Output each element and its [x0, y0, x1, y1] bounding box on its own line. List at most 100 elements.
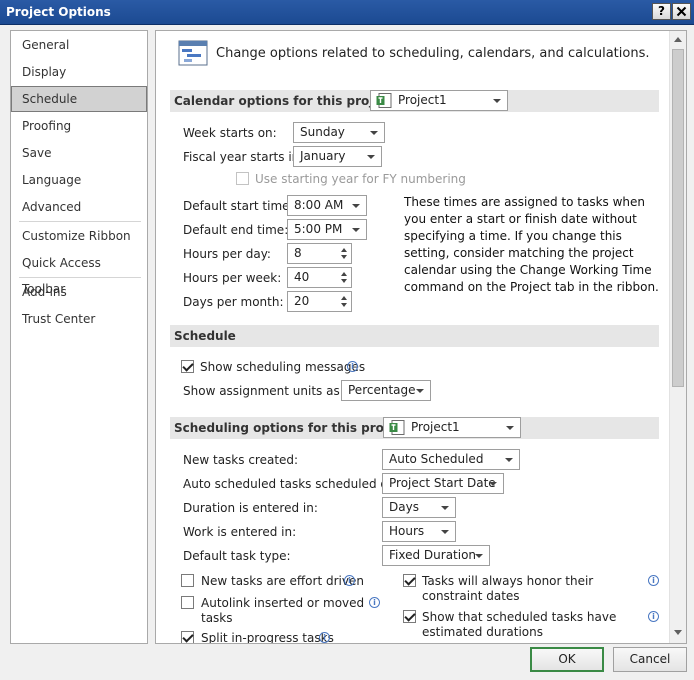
schedule-calendar-icon	[178, 40, 208, 66]
show-messages-label: Show scheduling messages	[200, 360, 366, 374]
days-per-month-value: 20	[294, 294, 310, 308]
window-title: Project Options	[6, 5, 111, 19]
title-bar: Project Options ?	[0, 0, 694, 25]
sidebar-item-schedule[interactable]: Schedule	[11, 86, 147, 112]
fiscal-year-dropdown[interactable]: January	[293, 146, 382, 167]
auto-scheduled-value: Project Start Date	[389, 476, 496, 490]
sidebar-item-save[interactable]: Save	[11, 140, 147, 166]
info-icon: i	[369, 597, 380, 608]
schedule-section-title: Schedule	[174, 329, 236, 343]
header-description: Change options related to scheduling, ca…	[216, 46, 650, 61]
chevron-down-icon	[506, 426, 514, 430]
spin-down-icon[interactable]	[341, 279, 347, 283]
calendar-options-title: Calendar options for this project:	[174, 94, 400, 108]
fiscal-year-label: Fiscal year starts in:	[183, 150, 304, 164]
hours-per-week-label: Hours per week:	[183, 271, 282, 285]
default-end-label: Default end time:	[183, 223, 289, 237]
schedule-options-panel: Change options related to scheduling, ca…	[155, 30, 687, 644]
spin-up-icon[interactable]	[341, 272, 347, 276]
auto-scheduled-dropdown[interactable]: Project Start Date	[382, 473, 504, 494]
new-tasks-label: New tasks created:	[183, 453, 299, 467]
scheduling-options-title: Scheduling options for this project:	[174, 421, 414, 435]
assignment-units-dropdown[interactable]: Percentage	[341, 380, 431, 401]
sidebar-item-quick-access-toolbar[interactable]: Quick Access Toolbar	[11, 250, 147, 296]
scheduling-project-dropdown[interactable]: Project1	[383, 417, 521, 438]
duration-dropdown[interactable]: Days	[382, 497, 456, 518]
week-starts-dropdown[interactable]: Sunday	[293, 122, 385, 143]
days-per-month-spinner[interactable]: 20	[287, 291, 352, 312]
estimated-durations-checkbox[interactable]	[403, 610, 416, 623]
sidebar-item-add-ins[interactable]: Add-ins	[11, 279, 147, 305]
chevron-down-icon	[475, 554, 483, 558]
week-starts-label: Week starts on:	[183, 126, 277, 140]
split-tasks-checkbox[interactable]	[181, 631, 194, 643]
fiscal-year-value: January	[300, 149, 346, 163]
split-tasks-label: Split in-progress tasks	[201, 631, 334, 644]
spin-down-icon[interactable]	[341, 303, 347, 307]
default-start-value: 8:00 AM	[294, 198, 344, 212]
days-per-month-label: Days per month:	[183, 295, 284, 309]
chevron-down-icon	[367, 155, 375, 159]
scroll-up-icon[interactable]	[674, 37, 682, 42]
chevron-down-icon	[352, 228, 360, 232]
scroll-down-icon[interactable]	[674, 630, 682, 635]
close-icon	[676, 6, 687, 17]
calendar-project-value: Project1	[398, 93, 447, 107]
close-button[interactable]	[672, 3, 691, 20]
default-start-dropdown[interactable]: 8:00 AM	[287, 195, 367, 216]
cancel-button[interactable]: Cancel	[613, 647, 687, 672]
sidebar-item-display[interactable]: Display	[11, 59, 147, 85]
sidebar-item-customize-ribbon[interactable]: Customize Ribbon	[11, 223, 147, 249]
duration-value: Days	[389, 500, 419, 514]
work-dropdown[interactable]: Hours	[382, 521, 456, 542]
vertical-scrollbar[interactable]	[669, 31, 686, 643]
sidebar-item-proofing[interactable]: Proofing	[11, 113, 147, 139]
assignment-units-value: Percentage	[348, 383, 416, 397]
spin-up-icon[interactable]	[341, 248, 347, 252]
schedule-section-header: Schedule	[170, 325, 659, 347]
sidebar-divider	[19, 221, 141, 222]
chevron-down-icon	[441, 530, 449, 534]
work-label: Work is entered in:	[183, 525, 297, 539]
info-icon: i	[319, 632, 330, 643]
task-type-label: Default task type:	[183, 549, 291, 563]
sidebar-item-language[interactable]: Language	[11, 167, 147, 193]
ok-button[interactable]: OK	[530, 647, 604, 672]
sidebar-item-advanced[interactable]: Advanced	[11, 194, 147, 220]
effort-driven-label: New tasks are effort driven	[201, 574, 364, 588]
hours-per-week-spinner[interactable]: 40	[287, 267, 352, 288]
chevron-down-icon	[441, 506, 449, 510]
info-icon: i	[347, 361, 358, 372]
chevron-down-icon	[370, 131, 378, 135]
autolink-checkbox[interactable]	[181, 596, 194, 609]
hours-per-week-value: 40	[294, 270, 310, 284]
chevron-down-icon	[505, 458, 513, 462]
week-starts-value: Sunday	[300, 125, 345, 139]
chevron-down-icon	[352, 204, 360, 208]
default-end-value: 5:00 PM	[294, 222, 343, 236]
info-icon: i	[648, 575, 659, 586]
effort-driven-checkbox[interactable]	[181, 574, 194, 587]
honor-constraints-checkbox[interactable]	[403, 574, 416, 587]
calendar-project-dropdown[interactable]: Project1	[370, 90, 508, 111]
help-button[interactable]: ?	[652, 3, 671, 20]
project-file-icon	[376, 93, 392, 108]
show-messages-checkbox[interactable]	[181, 360, 194, 373]
duration-label: Duration is entered in:	[183, 501, 318, 515]
fy-numbering-label: Use starting year for FY numbering	[255, 172, 466, 186]
fy-numbering-checkbox[interactable]	[236, 172, 249, 185]
new-tasks-dropdown[interactable]: Auto Scheduled	[382, 449, 520, 470]
work-value: Hours	[389, 524, 425, 538]
sidebar-item-general[interactable]: General	[11, 32, 147, 58]
sidebar-item-trust-center[interactable]: Trust Center	[11, 306, 147, 332]
default-end-dropdown[interactable]: 5:00 PM	[287, 219, 367, 240]
options-sidebar: General Display Schedule Proofing Save L…	[10, 30, 148, 644]
spin-up-icon[interactable]	[341, 296, 347, 300]
chevron-down-icon	[493, 99, 501, 103]
hours-per-day-spinner[interactable]: 8	[287, 243, 352, 264]
task-type-value: Fixed Duration	[389, 548, 477, 562]
spin-down-icon[interactable]	[341, 255, 347, 259]
scrollbar-thumb[interactable]	[672, 49, 684, 387]
default-start-label: Default start time:	[183, 199, 294, 213]
task-type-dropdown[interactable]: Fixed Duration	[382, 545, 490, 566]
